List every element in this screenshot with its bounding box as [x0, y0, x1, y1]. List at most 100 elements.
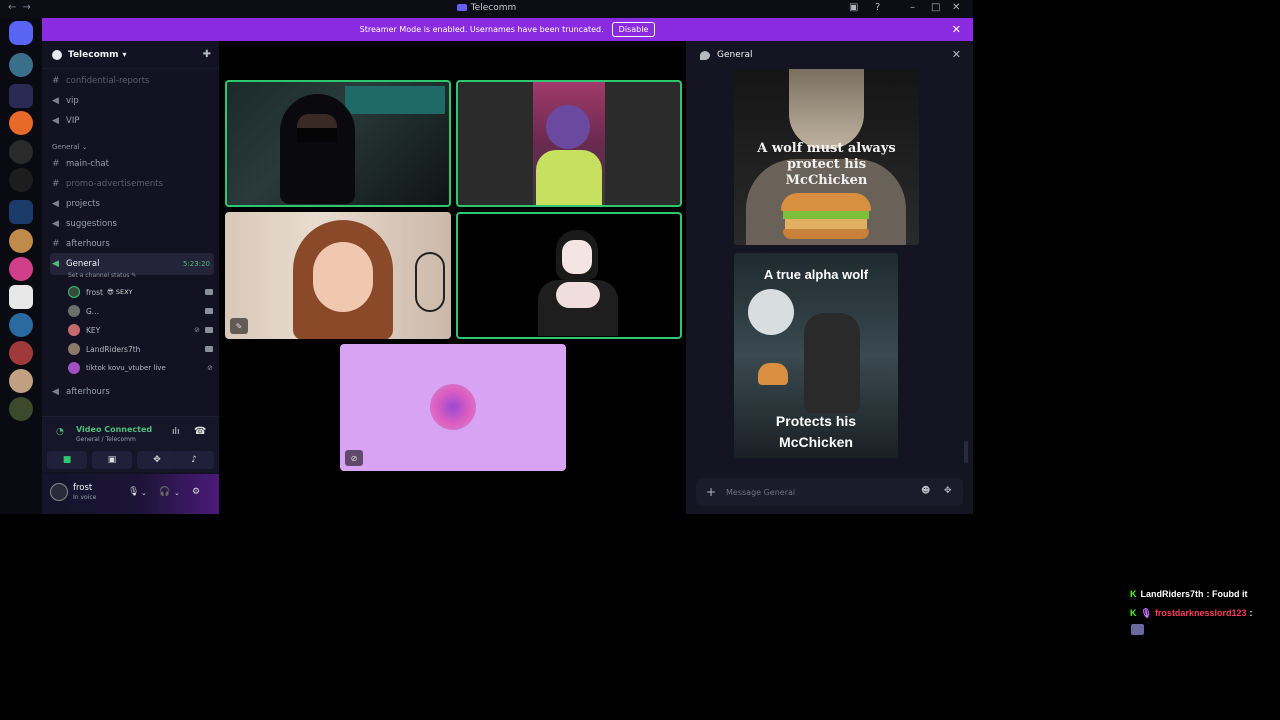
video-tile[interactable] [456, 212, 682, 339]
server-icon[interactable] [9, 397, 33, 421]
voice-connection-panel: ◔ Video Connected General / Telecomm ılı… [42, 416, 219, 472]
noise-suppression-icon[interactable]: ılı [172, 427, 180, 437]
channel-VIP[interactable]: ◀ VIP [52, 112, 212, 129]
camera-icon [205, 327, 213, 333]
close-window-button[interactable]: ✕ [952, 2, 960, 13]
soundboard-button[interactable]: ♪ [174, 451, 214, 469]
server-icon[interactable] [9, 140, 33, 164]
voice-user[interactable]: LandRiders7th [68, 341, 213, 357]
server-name: Telecomm [68, 49, 119, 60]
streamer-mode-text: Streamer Mode is enabled. Usernames have… [359, 25, 604, 34]
deafened-icon: ⊘ [207, 364, 213, 372]
headphones-icon[interactable]: 🎧 [159, 487, 170, 497]
chevron-down-icon[interactable]: ⌄ [174, 489, 180, 497]
meme-caption-top: A true alpha wolf [763, 267, 869, 282]
face [546, 105, 590, 149]
server-icon[interactable] [9, 285, 33, 309]
server-icon[interactable] [9, 341, 33, 365]
chat-panel: General ✕ A wolf must always protect his… [686, 41, 973, 514]
face [313, 242, 373, 312]
microphone-icon[interactable]: 🎙 [128, 487, 139, 497]
server-icon[interactable] [9, 313, 33, 337]
server-header[interactable]: Telecomm ▾ ✚ [42, 41, 219, 69]
help-icon[interactable]: ? [875, 2, 880, 13]
folder-icon[interactable] [9, 84, 33, 108]
window-title: Telecomm [0, 3, 973, 13]
camera-icon [205, 308, 213, 314]
activities-button[interactable]: ✥ [137, 451, 177, 469]
chat-scrollbar[interactable] [964, 441, 968, 463]
voice-status[interactable]: Video Connected [76, 425, 152, 434]
voice-user[interactable]: KEY ⊘ [68, 322, 213, 338]
meme-caption-bottom: Protects his McChicken [775, 413, 857, 450]
emoji-icon[interactable]: ☻ [921, 486, 930, 496]
channel-sidebar: Telecomm ▾ ✚ # confidential-reports ◀ vip … [42, 41, 219, 514]
burger-icon [781, 193, 871, 239]
close-banner-icon[interactable]: ✕ [952, 23, 961, 36]
voice-user[interactable]: frost 😎 SEXY [68, 284, 213, 300]
server-icon[interactable] [9, 53, 33, 77]
avatar [68, 343, 80, 355]
streamer-mode-banner: Streamer Mode is enabled. Usernames have… [42, 18, 973, 41]
channel-confidential-reports[interactable]: # confidential-reports [52, 72, 212, 89]
folder-icon[interactable] [9, 200, 33, 224]
channel-suggestions[interactable]: ◀ suggestions [52, 215, 212, 232]
moon [748, 289, 794, 335]
video-grid: ✎ ⊘ [219, 41, 686, 514]
close-icon[interactable]: ✕ [952, 48, 961, 61]
avatar[interactable] [50, 483, 68, 501]
screen-share-button[interactable]: ▣ [92, 451, 132, 469]
voice-timer: 5:23:20 [183, 260, 210, 268]
chat-header: General ✕ [686, 41, 973, 69]
channel-promo-advertisements[interactable]: # promo-advertisements [52, 175, 212, 192]
soundboard-icon: ♪ [191, 455, 197, 465]
voice-channel-icon: ◀ [52, 115, 59, 126]
meme-image[interactable]: A true alpha wolf Protects his McChicken [734, 253, 898, 458]
home-icon[interactable] [9, 21, 33, 45]
text-channel-icon: # [52, 238, 60, 249]
voice-location[interactable]: General / Telecomm [76, 436, 136, 443]
channel-projects[interactable]: ◀ projects [52, 195, 212, 212]
chat-bubble-icon [700, 50, 710, 60]
video-tile[interactable] [456, 80, 682, 207]
gear-icon[interactable]: ⚙ [192, 487, 200, 497]
disconnect-icon[interactable]: ☎ [194, 426, 206, 437]
face-mask [297, 128, 337, 142]
wolf-head [789, 69, 864, 149]
camera-button[interactable]: ■ [47, 451, 87, 469]
avatar [68, 362, 80, 374]
voice-channel-icon: ◀ [52, 198, 59, 209]
voice-user[interactable]: G... [68, 303, 213, 319]
user-name[interactable]: frost [73, 483, 92, 493]
pencil-icon: ✎ [131, 272, 137, 279]
channel-afterhours-voice[interactable]: ◀ afterhours [52, 383, 212, 400]
server-icon[interactable] [9, 229, 33, 253]
disable-streamer-mode-button[interactable]: Disable [611, 22, 656, 37]
server-icon[interactable] [9, 257, 33, 281]
server-icon[interactable] [9, 168, 33, 192]
message-input[interactable] [726, 487, 906, 497]
server-icon[interactable] [9, 111, 33, 135]
meme-image[interactable]: A wolf must always protect his McChicken [734, 69, 919, 245]
avatar [68, 305, 80, 317]
video-tile[interactable]: ✎ [225, 212, 451, 339]
chat-channel-name: General [717, 50, 753, 60]
apps-icon[interactable]: ✥ [944, 486, 952, 496]
add-attachment-icon[interactable]: + [696, 485, 726, 499]
title-bar: ←→ Telecomm ▣ ? – □ ✕ [0, 0, 973, 18]
video-tile[interactable]: ⊘ [340, 344, 566, 471]
channel-main-chat[interactable]: # main-chat [52, 155, 212, 172]
channel-status-hint[interactable]: Set a channel status ✎ [68, 272, 136, 279]
category-general[interactable]: General ⌄ [52, 143, 88, 151]
server-icon[interactable] [9, 369, 33, 393]
chevron-down-icon[interactable]: ⌄ [141, 489, 147, 497]
video-tile[interactable] [225, 80, 451, 207]
voice-user[interactable]: tiktok kovu_vtuber live ⊘ [68, 360, 213, 376]
maximize-button[interactable]: □ [931, 2, 940, 13]
add-member-icon[interactable]: ✚ [203, 49, 211, 60]
channel-afterhours[interactable]: # afterhours [52, 235, 212, 252]
minimize-button[interactable]: – [910, 2, 915, 13]
channel-vip[interactable]: ◀ vip [52, 92, 212, 109]
inbox-icon[interactable]: ▣ [849, 2, 858, 13]
muted-mic-icon: ✎ [230, 318, 248, 334]
